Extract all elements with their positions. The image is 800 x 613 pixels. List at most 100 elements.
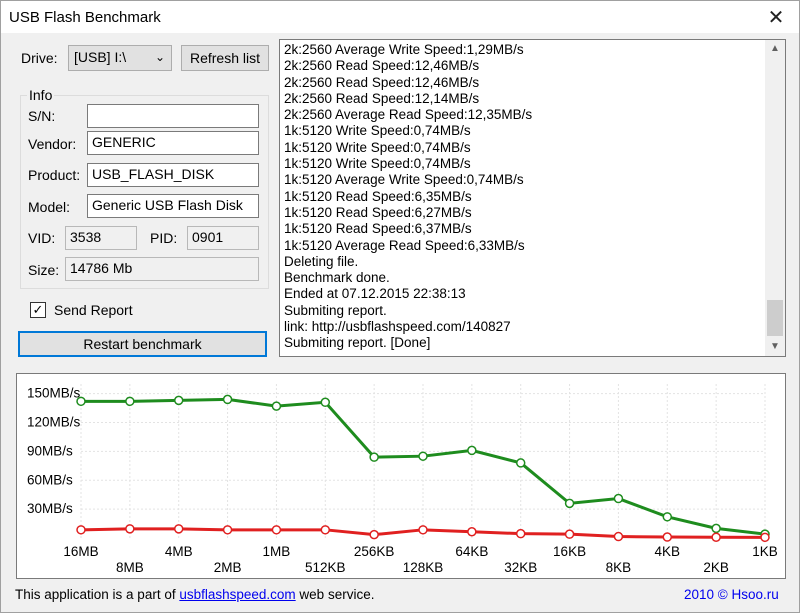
drive-select[interactable]: [USB] I:\ ⌄ [68, 45, 172, 71]
close-icon: ✕ [767, 6, 785, 29]
series-point-0 [564, 498, 575, 509]
log-line: 2k:2560 Read Speed:12,46MB/s [284, 58, 480, 74]
series-point-0 [76, 396, 86, 407]
y-tick-label: 120MB/s [27, 415, 81, 430]
speed-chart-svg: 150MB/s 120MB/s 90MB/s 60MB/s 30MB/s 16MB 8MB 4… [27, 384, 778, 575]
vid-field: 3538 [65, 226, 137, 250]
series-point-0 [271, 401, 282, 411]
series-point-1 [369, 529, 379, 540]
x-tick-label: 4MB [165, 544, 193, 559]
series-point-1 [467, 526, 477, 537]
chevron-down-icon: ⌄ [154, 50, 165, 64]
window-title: USB Flash Benchmark [9, 9, 161, 26]
close-button[interactable]: ✕ [753, 1, 799, 33]
sn-label: S/N: [28, 108, 56, 124]
series-point-1 [613, 531, 624, 542]
log-line: 2k:2560 Average Write Speed:1,29MB/s [284, 42, 524, 57]
log-line: Deleting file. [284, 253, 359, 269]
log-line: 2k:2560 Read Speed:12,14MB/s [284, 90, 480, 106]
model-field[interactable]: Generic USB Flash Disk [87, 194, 259, 218]
x-tick-label: 512KB [305, 560, 346, 575]
log-lines: 2k:2560 Average Write Speed:1,29MB/s 2k:2… [284, 42, 762, 352]
log-line: 2k:2560 Read Speed:12,46MB/s [284, 74, 480, 90]
x-tick-label: 64KB [455, 544, 488, 559]
series-point-0 [125, 396, 135, 407]
y-tick-label: 30MB/s [27, 501, 73, 516]
model-label: Model: [28, 199, 71, 215]
log-line: 1k:5120 Read Speed:6,35MB/s [284, 188, 472, 204]
vid-label: VID: [28, 230, 56, 246]
scroll-down-icon[interactable]: ▼ [765, 338, 785, 356]
scroll-up-icon[interactable]: ▲ [765, 40, 785, 58]
x-tick-label: 128KB [403, 560, 444, 575]
series-point-1 [271, 525, 282, 535]
log-textarea[interactable]: 2k:2560 Average Write Speed:1,29MB/s 2k:2… [279, 39, 786, 357]
vendor-field[interactable]: GENERIC [87, 131, 259, 155]
pid-field: 0901 [187, 226, 259, 250]
series-point-1 [320, 525, 331, 535]
log-line: 1k:5120 Write Speed:0,74MB/s [284, 156, 471, 172]
scroll-thumb[interactable] [767, 300, 783, 336]
sn-field[interactable] [87, 104, 259, 128]
log-line: Ended at 07.12.2015 22:38:13 [284, 286, 466, 302]
series-point-0 [320, 397, 331, 408]
series-point-0 [418, 451, 428, 461]
series-point-0 [711, 523, 721, 534]
x-tick-label: 2MB [214, 560, 242, 575]
drive-select-value: [USB] I:\ [74, 49, 127, 65]
log-scrollbar[interactable]: ▲ ▼ [765, 40, 785, 356]
x-tick-label: 1MB [263, 544, 291, 559]
refresh-list-button[interactable]: Refresh list [181, 45, 269, 71]
app-window: USB Flash Benchmark ✕ Drive: [USB] I:\ ⌄… [0, 0, 800, 613]
log-line: 2k:2560 Average Read Speed:12,35MB/s [284, 107, 533, 123]
y-tick-label: 60MB/s [27, 472, 73, 487]
series-point-1 [222, 525, 233, 535]
series-point-1 [125, 524, 135, 534]
log-line: 1k:5120 Write Speed:0,74MB/s [284, 139, 471, 155]
check-icon: ✓ [32, 302, 44, 317]
footer-suffix: web service. [295, 587, 375, 602]
series-point-0 [222, 394, 233, 405]
series-point-1 [515, 528, 526, 539]
x-tick-label: 8MB [116, 560, 144, 575]
copyright-text: 2010 © Hsoo.ru [684, 587, 779, 602]
speed-chart: 150MB/s 120MB/s 90MB/s 60MB/s 30MB/s 16MB 8MB 4… [16, 373, 786, 579]
series-point-1 [418, 525, 428, 535]
log-line: 1k:5120 Average Write Speed:0,74MB/s [284, 172, 524, 188]
send-report-label: Send Report [54, 302, 133, 318]
footer-link[interactable]: usbflashspeed.com [179, 587, 295, 602]
info-group-label: Info [27, 87, 55, 103]
x-tick-label: 32KB [504, 560, 537, 575]
series-point-0 [515, 458, 526, 468]
vendor-label: Vendor: [28, 136, 77, 152]
y-tick-label: 90MB/s [27, 443, 73, 458]
x-tick-label: 8KB [606, 560, 632, 575]
series-point-1 [711, 532, 721, 542]
series-point-1 [564, 529, 575, 539]
series-point-0 [173, 395, 184, 406]
send-report-checkbox[interactable]: ✓ [30, 302, 46, 318]
log-line: 1k:5120 Read Speed:6,37MB/s [284, 221, 472, 237]
x-tick-label: 256KB [354, 544, 395, 559]
footer-prefix: This application is a part of [15, 587, 180, 602]
product-label: Product: [28, 167, 81, 183]
series-point-1 [662, 532, 673, 542]
title-bar: USB Flash Benchmark ✕ [1, 1, 799, 33]
log-line: 1k:5120 Read Speed:6,27MB/s [284, 204, 472, 220]
x-tick-label: 16KB [553, 544, 586, 559]
size-label: Size: [28, 262, 60, 278]
log-line: link: http://usbflashspeed.com/140827 [284, 319, 511, 335]
restart-benchmark-button[interactable]: Restart benchmark [18, 331, 267, 357]
log-line: Submiting report. [Done] [284, 335, 431, 351]
pid-label: PID: [150, 230, 178, 246]
series-point-0 [613, 493, 624, 504]
size-field: 14786 Mb [65, 257, 259, 281]
series-point-1 [173, 524, 184, 534]
y-tick-label: 150MB/s [27, 386, 81, 401]
product-field[interactable]: USB_FLASH_DISK [87, 163, 259, 187]
log-line: 1k:5120 Write Speed:0,74MB/s [284, 123, 471, 139]
series-point-0 [369, 452, 379, 462]
x-tick-label: 1KB [752, 544, 778, 559]
log-line: 1k:5120 Average Read Speed:6,33MB/s [284, 237, 525, 253]
series-point-0 [467, 445, 477, 456]
